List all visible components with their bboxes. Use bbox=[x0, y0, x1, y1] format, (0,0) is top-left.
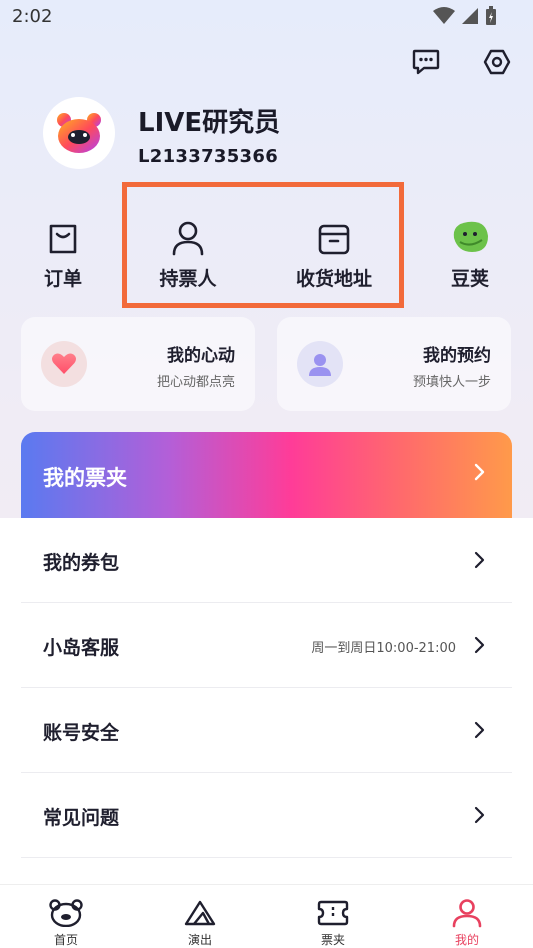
profile-icon bbox=[452, 899, 482, 928]
quick-action-label: 豆荚 bbox=[450, 268, 489, 290]
ticket-icon bbox=[317, 900, 349, 926]
chevron-right-icon bbox=[474, 462, 486, 486]
nav-shows[interactable]: 演出 bbox=[160, 897, 240, 948]
menu-item-customer-service[interactable]: 小岛客服 周一到周日10:00-21:00 bbox=[21, 603, 512, 688]
card-reservations[interactable]: 我的预约 预填快人一步 bbox=[277, 317, 511, 411]
nav-profile[interactable]: 我的 bbox=[427, 897, 507, 948]
nav-label: 演出 bbox=[187, 933, 212, 947]
avatar[interactable] bbox=[43, 97, 115, 169]
message-icon[interactable] bbox=[409, 45, 443, 79]
quick-action-beans[interactable]: 豆荚 bbox=[415, 212, 525, 291]
user-circle-icon bbox=[297, 341, 343, 387]
bear-logo-icon bbox=[57, 113, 101, 153]
menu-item-account-security[interactable]: 账号安全 bbox=[21, 688, 512, 773]
menu-list: 我的券包 小岛客服 周一到周日10:00-21:00 账号安全 常见问题 bbox=[0, 518, 533, 884]
highlight-box bbox=[122, 182, 404, 308]
nav-label: 首页 bbox=[53, 933, 78, 947]
quick-action-orders[interactable]: 订单 bbox=[8, 212, 118, 291]
nav-label: 我的 bbox=[454, 933, 479, 947]
menu-item-label: 常见问题 bbox=[43, 807, 120, 829]
mountain-icon bbox=[184, 900, 216, 926]
chevron-right-icon bbox=[474, 551, 485, 569]
settings-icon[interactable] bbox=[480, 45, 514, 79]
menu-item-label: 小岛客服 bbox=[43, 637, 120, 659]
menu-item-label: 我的券包 bbox=[43, 552, 120, 574]
bean-icon bbox=[453, 221, 488, 252]
card-subtitle: 预填快人一步 bbox=[412, 375, 491, 390]
chevron-right-icon bbox=[474, 721, 485, 739]
status-time: 2:02 bbox=[12, 6, 53, 27]
username: LIVE研究员 bbox=[138, 108, 281, 138]
menu-item-value: 周一到周日10:00-21:00 bbox=[311, 641, 456, 656]
heart-icon bbox=[41, 341, 87, 387]
nav-home[interactable]: 首页 bbox=[26, 897, 106, 948]
ticket-wallet-banner[interactable]: 我的票夹 bbox=[21, 432, 512, 522]
menu-item-label: 账号安全 bbox=[43, 722, 120, 744]
battery-icon bbox=[486, 6, 496, 25]
chevron-right-icon bbox=[474, 636, 485, 654]
bear-icon bbox=[49, 899, 83, 927]
menu-item-coupons[interactable]: 我的券包 bbox=[21, 518, 512, 603]
ticket-wallet-title: 我的票夹 bbox=[43, 466, 127, 490]
status-icons bbox=[433, 6, 497, 26]
user-id: L2133735366 bbox=[138, 146, 279, 167]
bottom-nav: 首页 演出 票夹 我的 bbox=[0, 884, 533, 948]
card-title: 我的心动 bbox=[167, 346, 235, 366]
card-subtitle: 把心动都点亮 bbox=[156, 375, 235, 390]
card-title: 我的预约 bbox=[423, 346, 491, 366]
menu-item-faq[interactable]: 常见问题 bbox=[21, 773, 512, 858]
wifi-icon bbox=[433, 7, 455, 24]
card-favorites[interactable]: 我的心动 把心动都点亮 bbox=[21, 317, 255, 411]
chevron-right-icon bbox=[474, 806, 485, 824]
nav-tickets[interactable]: 票夹 bbox=[293, 897, 373, 948]
bag-icon bbox=[49, 224, 77, 254]
nav-label: 票夹 bbox=[320, 933, 345, 947]
quick-action-label: 订单 bbox=[43, 268, 82, 290]
signal-icon bbox=[462, 8, 478, 24]
